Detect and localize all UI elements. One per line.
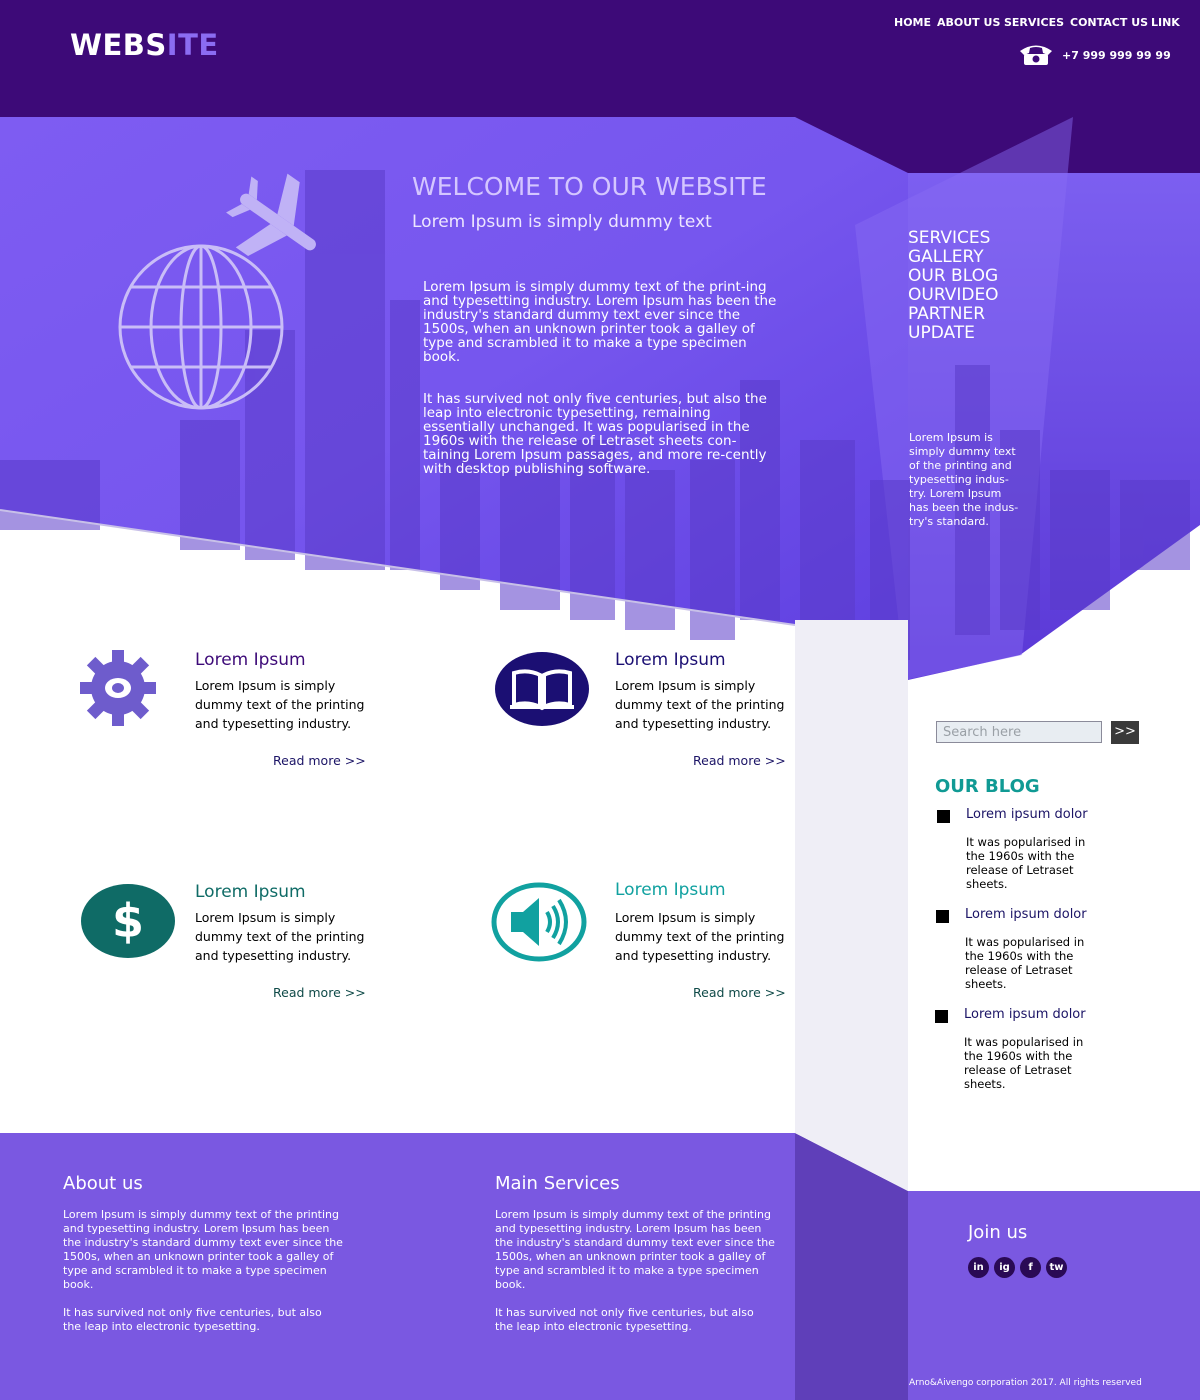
feature-title-4: Lorem Ipsum — [615, 880, 726, 900]
footer-slant-panel — [795, 1133, 908, 1400]
nav-contact-us[interactable]: CONTACT US — [1070, 16, 1148, 29]
book-icon — [495, 652, 589, 726]
blog-post-text-3: It was popularised in the 1960s with the… — [964, 1035, 1084, 1091]
footer-services-text-1: Lorem Ipsum is simply dummy text of the … — [495, 1208, 775, 1291]
footer-about-title: About us — [63, 1173, 143, 1194]
logo-text: WEBS — [70, 28, 167, 62]
site-logo[interactable]: WEBSITE — [70, 28, 219, 62]
join-us-title: Join us — [968, 1222, 1028, 1243]
facebook-icon[interactable]: f — [1020, 1257, 1041, 1278]
instagram-icon[interactable]: ig — [994, 1257, 1015, 1278]
nav-about-us[interactable]: ABOUT US — [937, 16, 1000, 29]
blog-post-title-2[interactable]: Lorem ipsum dolor — [965, 907, 1087, 922]
nav-services[interactable]: SERVICES — [1004, 16, 1064, 29]
svg-text:$: $ — [112, 894, 144, 948]
read-more-link-2[interactable]: Read more >> — [693, 753, 786, 768]
side-menu-gallery[interactable]: GALLERY — [908, 248, 984, 267]
side-menu-note: Lorem Ipsum is simply dummy text of the … — [909, 431, 1019, 528]
linkedin-icon[interactable]: in — [968, 1257, 989, 1278]
hero-paragraph-2: It has survived not only five centuries,… — [423, 391, 767, 477]
blog-post-text-1: It was popularised in the 1960s with the… — [966, 835, 1086, 891]
footer-about-text-2: It has survived not only five centuries,… — [63, 1306, 322, 1333]
side-menu-update[interactable]: UPDATE — [908, 324, 975, 343]
hero-paragraph-1: Lorem Ipsum is simply dummy text of the … — [423, 279, 777, 365]
hero-subtitle: Lorem Ipsum is simply dummy text — [412, 212, 712, 232]
phone-icon — [1020, 45, 1052, 65]
blog-post-text-2: It was popularised in the 1960s with the… — [965, 935, 1085, 991]
feature-title-1: Lorem Ipsum — [195, 650, 306, 670]
side-menu-our-blog[interactable]: OUR BLOG — [908, 267, 998, 286]
footer-about-text-1: Lorem Ipsum is simply dummy text of the … — [63, 1208, 343, 1291]
feature-text-1: Lorem Ipsum is simply dummy text of the … — [195, 678, 365, 731]
feature-title-2: Lorem Ipsum — [615, 650, 726, 670]
phone-number: +7 999 999 99 99 — [1062, 49, 1171, 62]
search-input[interactable] — [936, 721, 1102, 743]
blog-heading: OUR BLOG — [935, 776, 1040, 797]
bullet-icon — [935, 1010, 948, 1023]
footer-services-title: Main Services — [495, 1173, 620, 1194]
dollar-icon: $ — [81, 884, 175, 958]
nav-home[interactable]: HOME — [894, 16, 931, 29]
read-more-link-4[interactable]: Read more >> — [693, 985, 786, 1000]
speaker-icon — [491, 882, 587, 962]
side-menu-services[interactable]: SERVICES — [908, 229, 990, 248]
read-more-link-3[interactable]: Read more >> — [273, 985, 366, 1000]
footer-right — [908, 1191, 1200, 1400]
side-menu-partner[interactable]: PARTNER — [908, 305, 985, 324]
side-menu-ourvideo[interactable]: OURVIDEO — [908, 286, 999, 305]
blog-post-title-1[interactable]: Lorem ipsum dolor — [966, 807, 1088, 822]
nav-link[interactable]: LINK — [1151, 16, 1180, 29]
copyright: Arno&Aivengo corporation 2017. All right… — [909, 1378, 1142, 1388]
logo-highlight: ITE — [166, 28, 219, 62]
bullet-icon — [937, 810, 950, 823]
bullet-icon — [936, 910, 949, 923]
feature-text-3: Lorem Ipsum is simply dummy text of the … — [195, 910, 365, 963]
side-panel-strip — [795, 620, 908, 1140]
search-button[interactable]: >> — [1111, 721, 1139, 744]
gear-icon — [80, 650, 156, 726]
hero-title: WELCOME TO OUR WEBSITE — [412, 172, 767, 201]
globe-icon — [118, 244, 284, 410]
blog-post-title-3[interactable]: Lorem ipsum dolor — [964, 1007, 1086, 1022]
feature-text-4: Lorem Ipsum is simply dummy text of the … — [615, 910, 785, 963]
feature-title-3: Lorem Ipsum — [195, 882, 306, 902]
footer-services-text-2: It has survived not only five centuries,… — [495, 1306, 754, 1333]
feature-text-2: Lorem Ipsum is simply dummy text of the … — [615, 678, 785, 731]
read-more-link-1[interactable]: Read more >> — [273, 753, 366, 768]
twitter-icon[interactable]: tw — [1046, 1257, 1067, 1278]
